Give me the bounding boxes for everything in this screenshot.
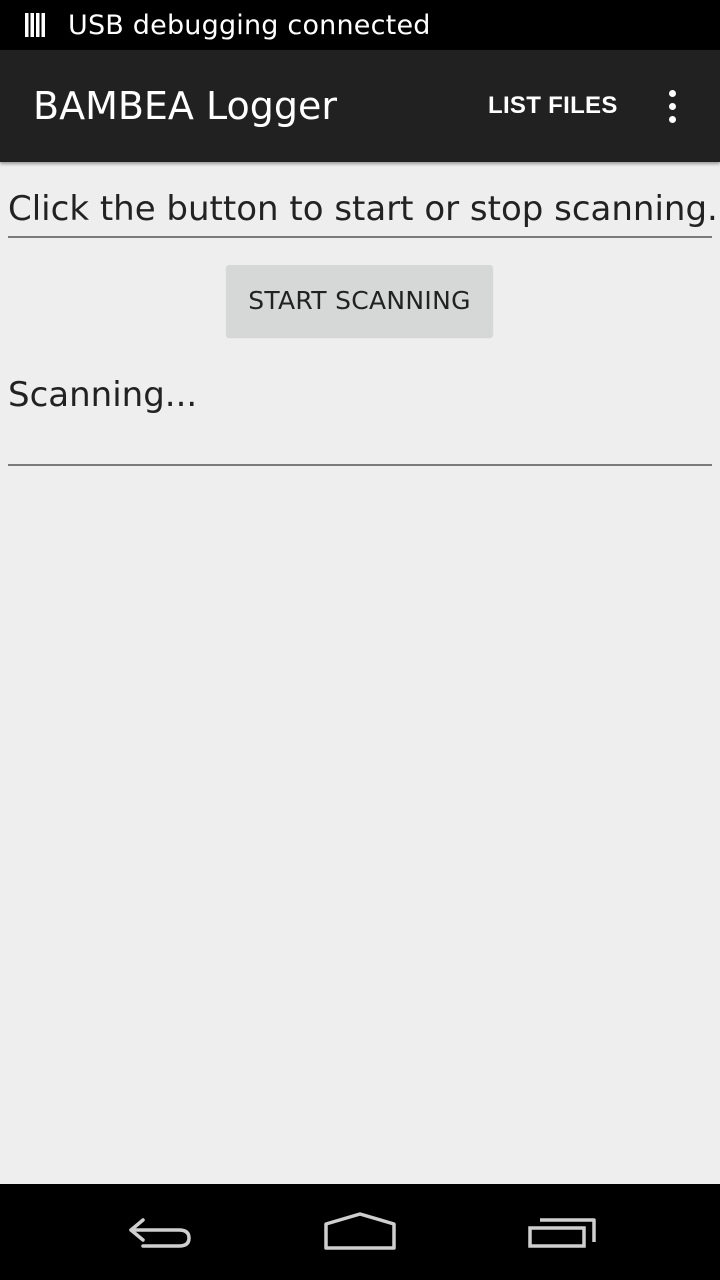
back-icon[interactable]: [80, 1184, 240, 1280]
main-content: Click the button to start or stop scanni…: [0, 162, 720, 1184]
instruction-text: Click the button to start or stop scanni…: [8, 186, 718, 238]
list-files-button[interactable]: LIST FILES: [472, 80, 634, 132]
recent-apps-icon[interactable]: [482, 1184, 642, 1280]
status-notification-text: USB debugging connected: [68, 9, 431, 41]
home-icon[interactable]: [280, 1184, 440, 1280]
navigation-bar: [0, 1184, 720, 1280]
scan-status-text: Scanning...: [8, 372, 712, 466]
app-title: BAMBEA Logger: [33, 84, 337, 128]
usb-debug-icon: [24, 12, 48, 38]
action-bar: BAMBEA Logger LIST FILES: [0, 50, 720, 162]
status-bar: USB debugging connected: [0, 0, 720, 50]
start-scanning-button[interactable]: START SCANNING: [226, 265, 493, 337]
overflow-menu-icon[interactable]: [648, 80, 696, 132]
